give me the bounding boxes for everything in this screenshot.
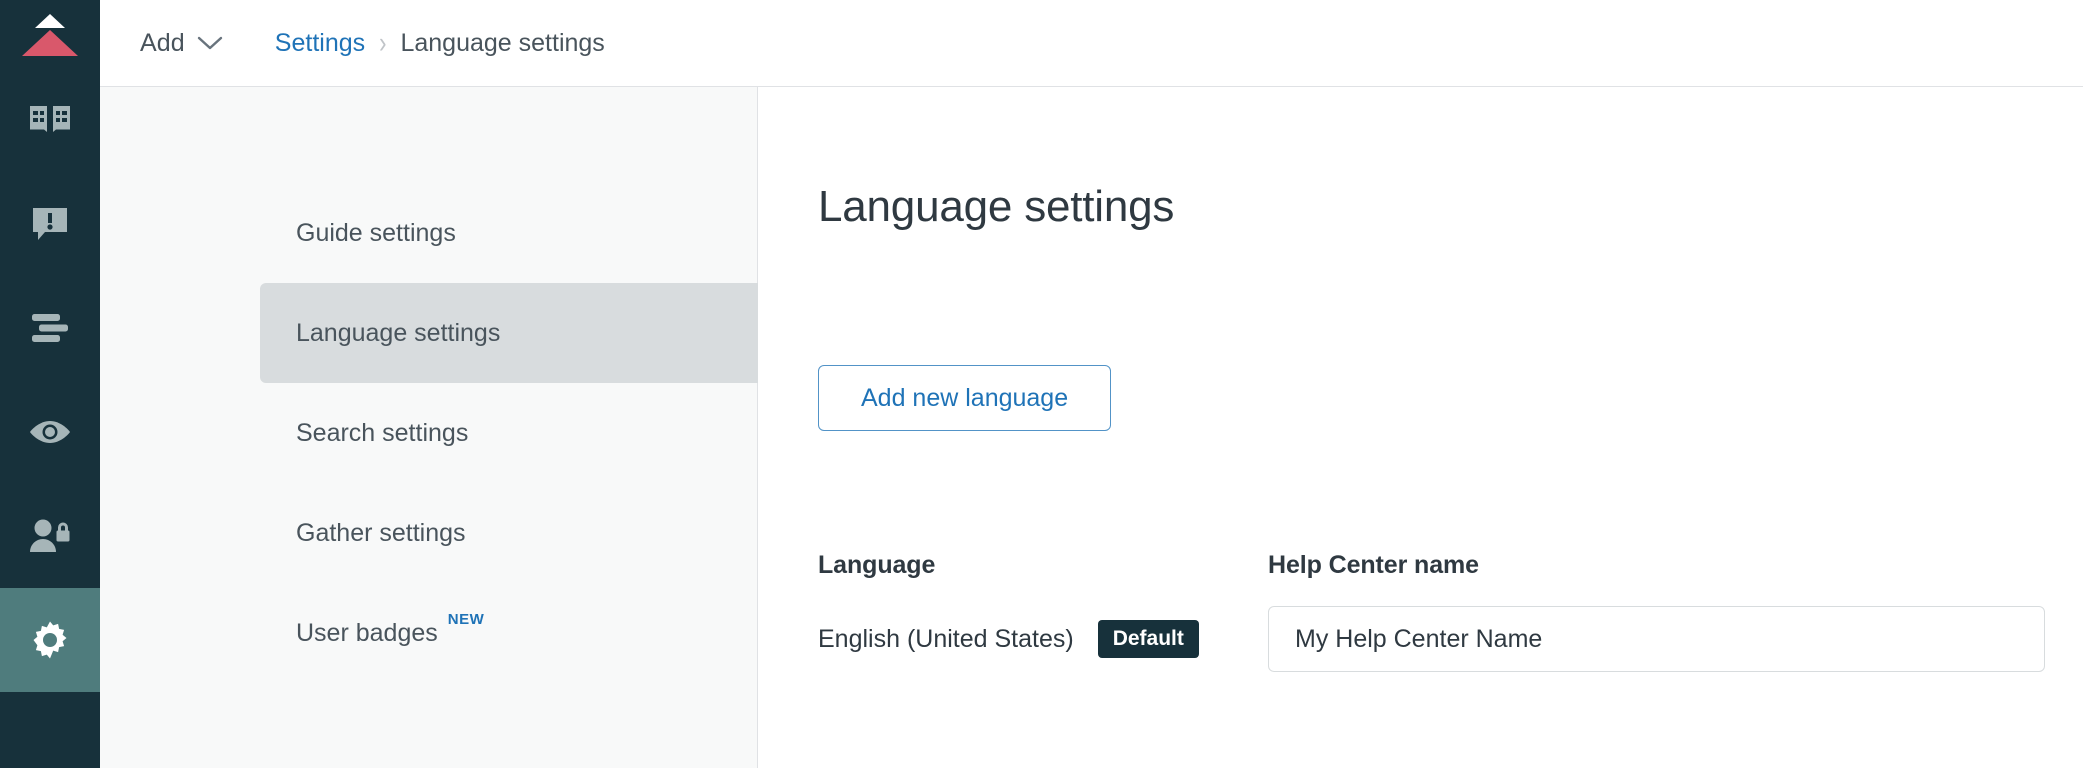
settings-sidebar: Guide settings Language settings Search … [100,87,800,768]
help-center-name-column: Help Center name [1268,551,2083,673]
breadcrumb-link-settings[interactable]: Settings [275,29,365,58]
community-post-icon [31,206,69,242]
language-name: English (United States) [818,624,1074,653]
breadcrumb-current-page: Language settings [400,28,605,57]
rail-item-user-permissions[interactable] [0,484,100,588]
rail-item-community-posts[interactable] [0,172,100,276]
app-root: Add Settings › Language settings Guide s… [0,0,2083,768]
help-center-name-input[interactable] [1268,606,2045,673]
content-panel: Language settings Add new language Langu… [758,87,2083,768]
rail-item-preview[interactable] [0,380,100,484]
settings-gear-icon [31,621,69,659]
language-row: English (United States) Default [818,620,1268,659]
sidebar-item-label: Search settings [296,418,469,447]
sidebar-item-gather-settings[interactable]: Gather settings [260,483,800,583]
default-badge: Default [1097,620,1199,659]
add-new-language-button[interactable]: Add new language [818,365,1112,432]
zendesk-guide-logo[interactable] [0,0,100,68]
user-permissions-icon [29,519,71,553]
body-split: Guide settings Language settings Search … [100,87,2083,768]
sidebar-item-language-settings[interactable]: Language settings [260,283,800,383]
rail-item-knowledge-base[interactable] [0,68,100,172]
sidebar-item-label: Guide settings [296,218,456,247]
language-fields-row: Language English (United States) Default… [818,551,2083,673]
breadcrumb-separator-icon: › [379,25,387,60]
sidebar-item-label: Language settings [296,318,501,347]
main-region: Add Settings › Language settings Guide s… [100,0,2083,768]
language-column: Language English (United States) Default [818,551,1268,672]
sidebar-item-guide-settings[interactable]: Guide settings [260,183,800,283]
logo-triangle-white-icon [35,14,65,28]
sidebar-item-label: Gather settings [296,518,466,547]
new-badge: NEW [447,611,485,628]
sidebar-item-user-badges[interactable]: User badges NEW [260,583,800,683]
preview-eye-icon [29,419,71,445]
logo-mark [21,12,79,56]
rail-item-settings[interactable] [0,588,100,692]
logo-triangle-red-icon [22,30,78,56]
add-dropdown-label: Add [140,28,185,57]
sidebar-item-search-settings[interactable]: Search settings [260,383,800,483]
product-icon-rail [0,0,100,768]
add-dropdown-button[interactable]: Add [140,29,223,58]
language-column-header: Language [818,551,936,580]
chevron-down-icon [197,35,223,51]
sidebar-item-label: User badges [296,618,438,647]
page-title: Language settings [818,182,1175,231]
arrange-articles-icon [31,313,69,343]
knowledge-base-book-icon [29,104,71,136]
help-center-name-label: Help Center name [1268,551,1479,580]
breadcrumb: Settings › Language settings [275,25,605,60]
top-bar: Add Settings › Language settings [100,0,2083,87]
rail-item-arrange-content[interactable] [0,276,100,380]
